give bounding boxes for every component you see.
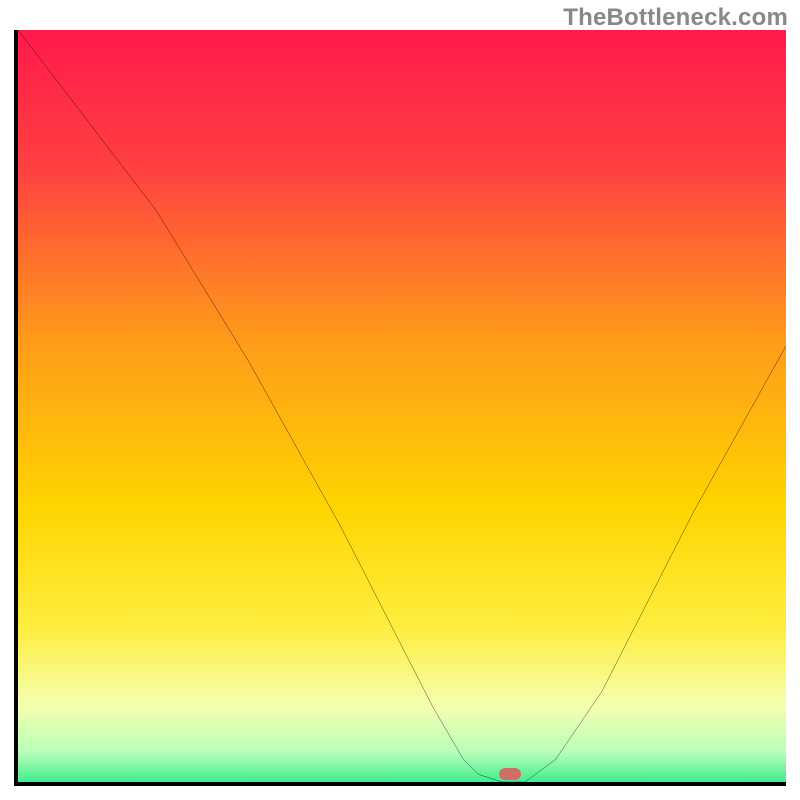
chart-container: TheBottleneck.com: [0, 0, 800, 800]
bottleneck-curve: [18, 30, 786, 782]
watermark-text: TheBottleneck.com: [563, 4, 788, 32]
plot-area: [14, 30, 786, 786]
optimal-point-marker: [499, 768, 521, 780]
